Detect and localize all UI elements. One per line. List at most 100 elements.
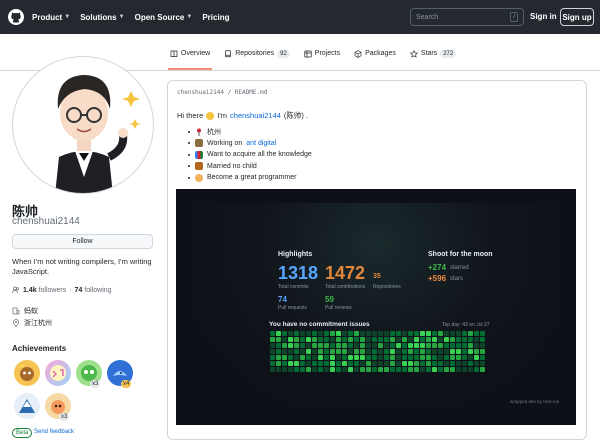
heatmap-cell	[318, 331, 323, 336]
heatmap-cell	[276, 349, 281, 354]
heatmap-cell	[408, 337, 413, 342]
heatmap-cell	[294, 361, 299, 366]
heatmap-cell	[324, 355, 329, 360]
tab-repositories[interactable]: Repositories 92	[224, 44, 290, 70]
heatmap-cell	[306, 361, 311, 366]
starstruck-badge[interactable]	[14, 360, 40, 386]
heatmap-cell	[450, 355, 455, 360]
separator-dot: ·	[69, 286, 72, 294]
heatmap-cell	[372, 343, 377, 348]
heatmap-cell	[324, 361, 329, 366]
sign-up-button[interactable]: Sign up	[560, 8, 594, 26]
heatmap-cell	[474, 331, 479, 336]
nav-open-source[interactable]: Open Source ▼	[135, 13, 193, 22]
heatmap-cell	[438, 367, 443, 372]
heatmap-cell	[414, 343, 419, 348]
heatmap-cell	[378, 337, 383, 342]
heatmap-cell	[390, 337, 395, 342]
follow-button[interactable]: Follow	[12, 234, 153, 249]
stars-label: stars	[450, 276, 464, 282]
readme-box: chenshuai2144 / README.md Hi there I'm c…	[167, 80, 587, 440]
heatmap-cell	[342, 331, 347, 336]
heatmap-cell	[408, 349, 413, 354]
tab-stars[interactable]: Stars 272	[409, 44, 457, 70]
commitment-title: You have no commitment issues	[269, 321, 370, 328]
heatmap-cell	[432, 337, 437, 342]
heatmap-cell	[402, 337, 407, 342]
heatmap-cell	[312, 331, 317, 336]
heatmap-cell	[396, 331, 401, 336]
heatmap-cell	[378, 355, 383, 360]
heatmap-cell	[354, 349, 359, 354]
heatmap-cell	[336, 367, 341, 372]
tab-overview[interactable]: Overview	[167, 44, 213, 70]
heatmap-cell	[468, 349, 473, 354]
nav-solutions[interactable]: Solutions ▼	[80, 13, 124, 22]
heatmap-cell	[378, 343, 383, 348]
stats-panel: Highlights 1318 Total commits 1472 Total…	[192, 203, 562, 409]
heatmap-cell	[408, 367, 413, 372]
heatmap-cell	[396, 367, 401, 372]
heatmap-cell	[384, 331, 389, 336]
heatmap-cell	[438, 343, 443, 348]
heatmap-cell	[426, 331, 431, 336]
heatmap-cell	[306, 343, 311, 348]
pull-requests-label: Pull requests	[278, 305, 307, 311]
starred-value: +274	[428, 263, 447, 272]
heatmap-cell	[450, 331, 455, 336]
heatmap-cell	[432, 367, 437, 372]
heatmap-cell	[402, 361, 407, 366]
tab-projects[interactable]: Projects	[304, 44, 340, 70]
followers-link[interactable]: 1.4k followers	[23, 287, 66, 294]
heatmap-cell	[474, 349, 479, 354]
tab-packages[interactable]: Packages	[354, 44, 396, 70]
heatmap-cell	[300, 331, 305, 336]
send-feedback-link[interactable]: Send feedback	[34, 429, 74, 435]
list-item: 杭州	[188, 126, 312, 138]
heatmap-cell	[294, 355, 299, 360]
heatmap-cell	[288, 361, 293, 366]
following-link[interactable]: 74 following	[75, 287, 112, 294]
heatmap-cell	[456, 361, 461, 366]
sign-in-link[interactable]: Sign in	[530, 12, 557, 21]
heatmap-cell	[318, 355, 323, 360]
heatmap-cell	[438, 331, 443, 336]
chevron-down-icon: ▼	[118, 14, 125, 20]
list-item: Working on ant digital	[188, 138, 312, 150]
nav-pricing[interactable]: Pricing	[202, 13, 229, 22]
contribution-heatmap	[270, 331, 490, 373]
heatmap-cell	[342, 367, 347, 372]
profile-link[interactable]: chenshuai2144	[230, 111, 281, 120]
nav-product[interactable]: Product ▼	[32, 13, 70, 22]
heatmap-cell	[324, 331, 329, 336]
heatmap-cell	[420, 349, 425, 354]
heatmap-cell	[396, 355, 401, 360]
heatmap-cell	[402, 349, 407, 354]
heatmap-cell	[300, 349, 305, 354]
organization-row: 蚂蚁	[12, 306, 38, 316]
search-input[interactable]: Search /	[410, 8, 524, 26]
avatar[interactable]	[12, 56, 154, 194]
heatmap-cell	[270, 337, 275, 342]
chevron-down-icon: ▼	[64, 14, 71, 20]
highlights-title: Highlights	[278, 251, 313, 258]
heatmap-cell	[396, 361, 401, 366]
heatmap-cell	[384, 361, 389, 366]
heatmap-cell	[366, 337, 371, 342]
heatmap-cell	[312, 361, 317, 366]
heatmap-cell	[390, 355, 395, 360]
heatmap-cell	[474, 367, 479, 372]
heatmap-cell	[288, 343, 293, 348]
heatmap-cell	[384, 355, 389, 360]
heatmap-cell	[306, 349, 311, 354]
yolo-badge[interactable]	[45, 360, 71, 386]
heatmap-cell	[342, 361, 347, 366]
arctic-code-vault-badge[interactable]	[14, 393, 40, 419]
heatmap-cell	[456, 349, 461, 354]
heatmap-cell	[372, 349, 377, 354]
heatmap-cell	[360, 367, 365, 372]
heatmap-cell	[366, 331, 371, 336]
ant-digital-link[interactable]: ant digital	[246, 140, 276, 147]
heatmap-cell	[366, 343, 371, 348]
github-logo-icon[interactable]	[8, 9, 24, 25]
